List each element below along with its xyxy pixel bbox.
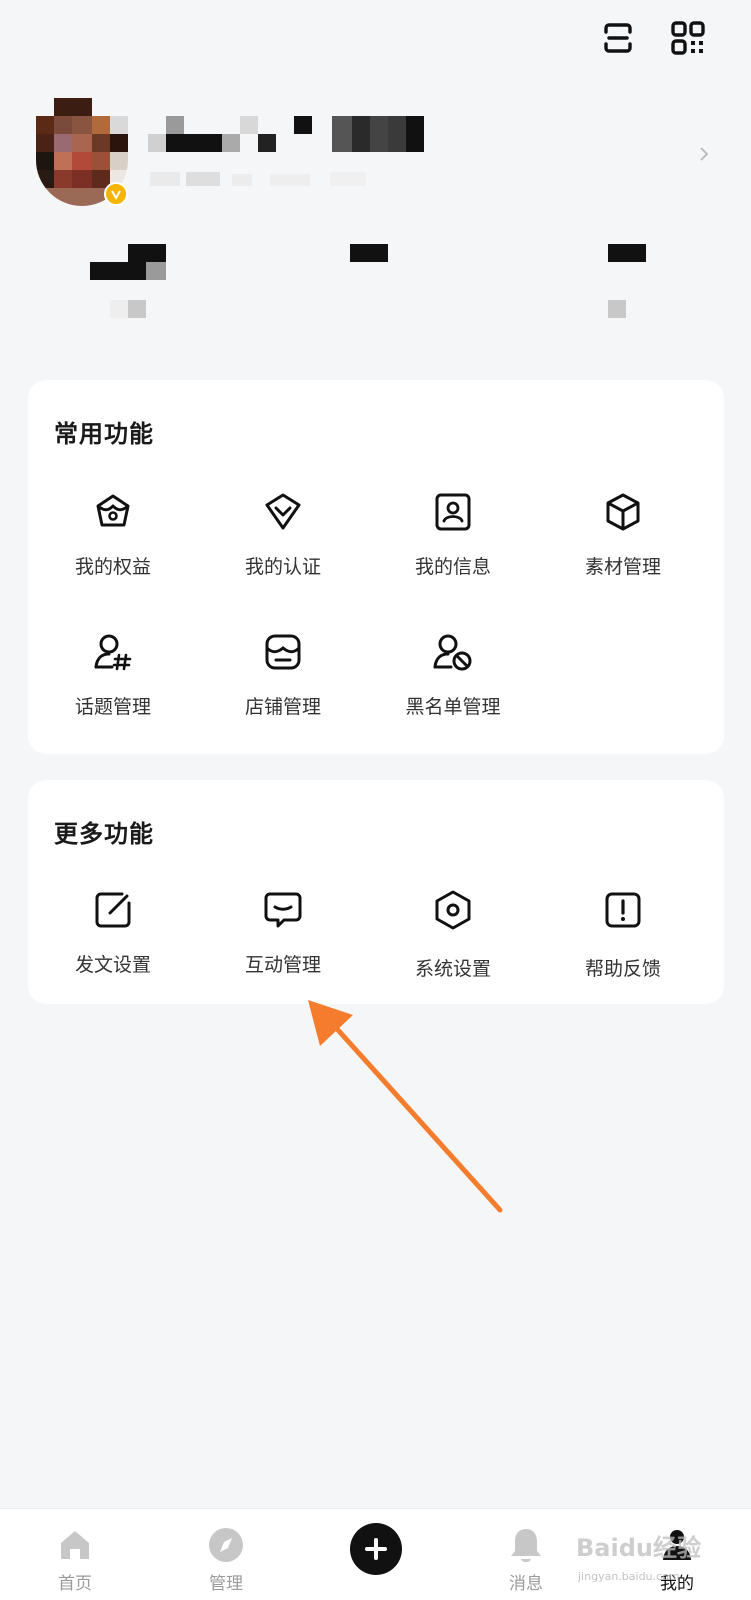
nav-create-button[interactable] xyxy=(350,1523,402,1575)
feature-my-verification[interactable]: 我的认证 xyxy=(198,490,368,600)
more-features-card: 更多功能 发文设置 互动管理 系统设置 帮助反馈 xyxy=(28,780,724,1004)
nav-messages[interactable]: 消息 xyxy=(471,1509,581,1600)
feature-store-management[interactable]: 店铺管理 xyxy=(198,630,368,740)
feature-material-management[interactable]: 素材管理 xyxy=(538,490,708,600)
message-bubble-icon xyxy=(261,888,305,932)
store-icon xyxy=(261,630,305,674)
stat-redacted-1[interactable] xyxy=(90,244,170,324)
feature-interaction-management[interactable]: 互动管理 xyxy=(198,888,368,998)
common-features-title: 常用功能 xyxy=(54,420,154,448)
exclamation-square-icon xyxy=(601,888,645,932)
cube-icon xyxy=(601,490,645,534)
baidu-watermark: Baidu经验 jingyan.baidu.com xyxy=(576,1534,701,1583)
plus-icon xyxy=(365,1538,387,1560)
feature-my-info[interactable]: 我的信息 xyxy=(368,490,538,600)
scan-icon[interactable] xyxy=(598,18,638,58)
compass-icon xyxy=(206,1525,246,1565)
feature-help-feedback[interactable]: 帮助反馈 xyxy=(538,888,708,998)
feature-topic-management[interactable]: 话题管理 xyxy=(28,630,198,740)
common-features-card: 常用功能 我的权益 我的认证 我的信息 素材管理 话题管理 店铺管理 黑名单管理 xyxy=(28,380,724,754)
nav-manage[interactable]: 管理 xyxy=(171,1509,281,1600)
user-hashtag-icon xyxy=(91,630,135,674)
user-block-icon xyxy=(431,630,475,674)
more-features-title: 更多功能 xyxy=(54,820,154,848)
profile-page: 常用功能 我的权益 我的认证 我的信息 素材管理 话题管理 店铺管理 黑名单管理… xyxy=(0,0,751,1600)
feature-my-benefits[interactable]: 我的权益 xyxy=(28,490,198,600)
stat-redacted-3[interactable] xyxy=(608,244,648,324)
stat-redacted-2[interactable] xyxy=(350,244,390,264)
edit-square-icon xyxy=(91,888,135,932)
verified-badge-icon xyxy=(104,182,128,206)
feature-system-settings[interactable]: 系统设置 xyxy=(368,888,538,998)
profile-card-icon xyxy=(431,490,475,534)
avatar[interactable] xyxy=(36,98,128,206)
home-icon xyxy=(55,1525,95,1565)
verify-shield-icon xyxy=(261,490,305,534)
qr-code-icon[interactable] xyxy=(668,18,708,58)
feature-blacklist-management[interactable]: 黑名单管理 xyxy=(368,630,538,740)
bell-icon xyxy=(506,1525,546,1565)
feature-post-settings[interactable]: 发文设置 xyxy=(28,888,198,998)
settings-hexagon-icon xyxy=(431,888,475,932)
crown-basket-icon xyxy=(91,490,135,534)
chevron-right-icon[interactable] xyxy=(696,146,712,162)
nav-home[interactable]: 首页 xyxy=(20,1509,130,1600)
